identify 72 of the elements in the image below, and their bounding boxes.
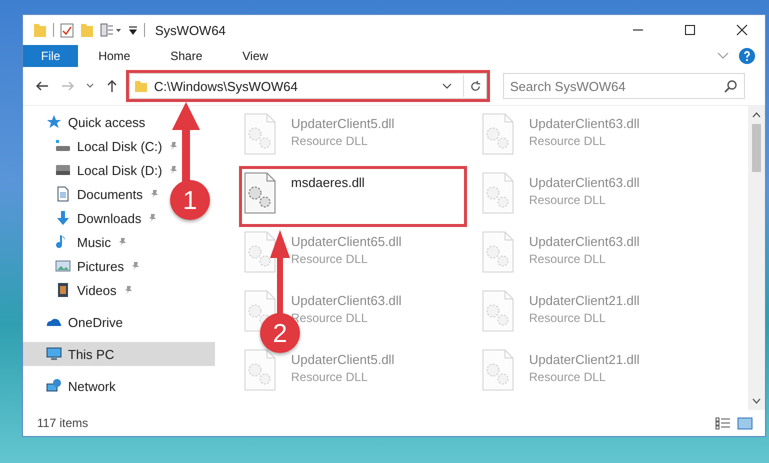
nav-item[interactable]: Music xyxy=(23,230,131,254)
gear-file-icon[interactable] xyxy=(243,171,277,215)
nav-item[interactable]: Quick access xyxy=(23,110,150,134)
file-name: UpdaterClient63.dll xyxy=(291,293,402,308)
pin-icon[interactable] xyxy=(168,141,178,151)
up-arrow-icon xyxy=(105,79,119,93)
file-name: UpdaterClient21.dll xyxy=(529,352,640,367)
nav-item[interactable]: This PC xyxy=(23,342,215,366)
file-type: Resource DLL xyxy=(529,370,607,384)
pin-icon[interactable] xyxy=(116,237,127,247)
scroll-thumb[interactable] xyxy=(752,124,761,172)
file-name: UpdaterClient63.dll xyxy=(529,116,640,131)
downloads-icon xyxy=(55,210,71,226)
file-type: Resource DLL xyxy=(529,134,607,148)
pin-icon[interactable] xyxy=(147,213,158,223)
file-name: UpdaterClient65.dll xyxy=(291,234,402,249)
file-name: UpdaterClient5.dll xyxy=(291,116,394,131)
scroll-down-icon[interactable] xyxy=(752,398,761,404)
right-arrow-icon xyxy=(61,79,75,93)
file-type: Resource DLL xyxy=(291,370,369,384)
details-view-icon[interactable] xyxy=(715,416,731,430)
nav-item[interactable]: Local Disk (D:) xyxy=(23,158,182,182)
pc-icon xyxy=(46,346,62,362)
checklist-icon[interactable] xyxy=(60,22,74,38)
file-name: UpdaterClient63.dll xyxy=(529,234,640,249)
window-title: SysWOW64 xyxy=(155,22,227,38)
file-name: msdaeres.dll xyxy=(291,175,365,190)
documents-icon xyxy=(55,186,71,202)
file-type: Resource DLL xyxy=(529,311,607,325)
pin-icon[interactable] xyxy=(130,261,140,271)
nav-item[interactable]: Pictures xyxy=(23,254,144,278)
folder-icon[interactable] xyxy=(80,22,94,38)
search-field[interactable]: Search SysWOW64 xyxy=(503,73,745,99)
file-type: Resource DLL xyxy=(529,252,607,266)
pictures-icon xyxy=(55,258,71,274)
close-icon xyxy=(736,24,748,36)
star-icon xyxy=(46,114,62,130)
nav-item[interactable]: Downloads xyxy=(23,206,162,230)
videos-icon xyxy=(55,282,71,298)
ribbon-tab[interactable]: Home xyxy=(78,45,150,67)
ribbon-tab[interactable]: View xyxy=(222,45,288,67)
nav-item[interactable]: Videos xyxy=(23,278,137,302)
address-bar[interactable]: C:\Windows\SysWOW64 xyxy=(129,73,487,99)
folder-icon[interactable] xyxy=(33,22,47,38)
maximize-icon xyxy=(684,24,696,36)
scrollbar[interactable] xyxy=(748,106,765,410)
file-name: UpdaterClient63.dll xyxy=(529,175,640,190)
disk-c-icon xyxy=(55,138,71,154)
item-count: 117 items xyxy=(37,416,90,430)
file-type: Resource DLL xyxy=(291,252,369,266)
nav-item[interactable]: OneDrive xyxy=(23,310,127,334)
file-name: UpdaterClient21.dll xyxy=(529,293,640,308)
file-type: Resource DLL xyxy=(291,311,369,325)
properties-icon[interactable] xyxy=(100,22,122,38)
pin-icon[interactable] xyxy=(122,285,133,295)
file-type: Resource DLL xyxy=(529,193,607,207)
file-type: Resource DLL xyxy=(291,134,369,148)
left-arrow-icon xyxy=(35,79,49,93)
ribbon-tab[interactable]: Share xyxy=(150,45,222,67)
nav-item[interactable]: Documents xyxy=(23,182,163,206)
help-icon[interactable] xyxy=(739,48,755,64)
scroll-up-icon[interactable] xyxy=(752,112,761,118)
pin-icon[interactable] xyxy=(148,189,159,199)
search-icon xyxy=(724,79,738,93)
file-name: UpdaterClient5.dll xyxy=(291,352,394,367)
folder-icon xyxy=(134,79,148,93)
network-icon xyxy=(46,378,62,394)
nav-item[interactable]: Local Disk (C:) xyxy=(23,134,182,158)
pin-icon[interactable] xyxy=(168,165,178,175)
nav-item[interactable]: Network xyxy=(23,374,120,398)
refresh-icon xyxy=(468,80,482,92)
large-icons-view-icon[interactable] xyxy=(737,416,753,430)
